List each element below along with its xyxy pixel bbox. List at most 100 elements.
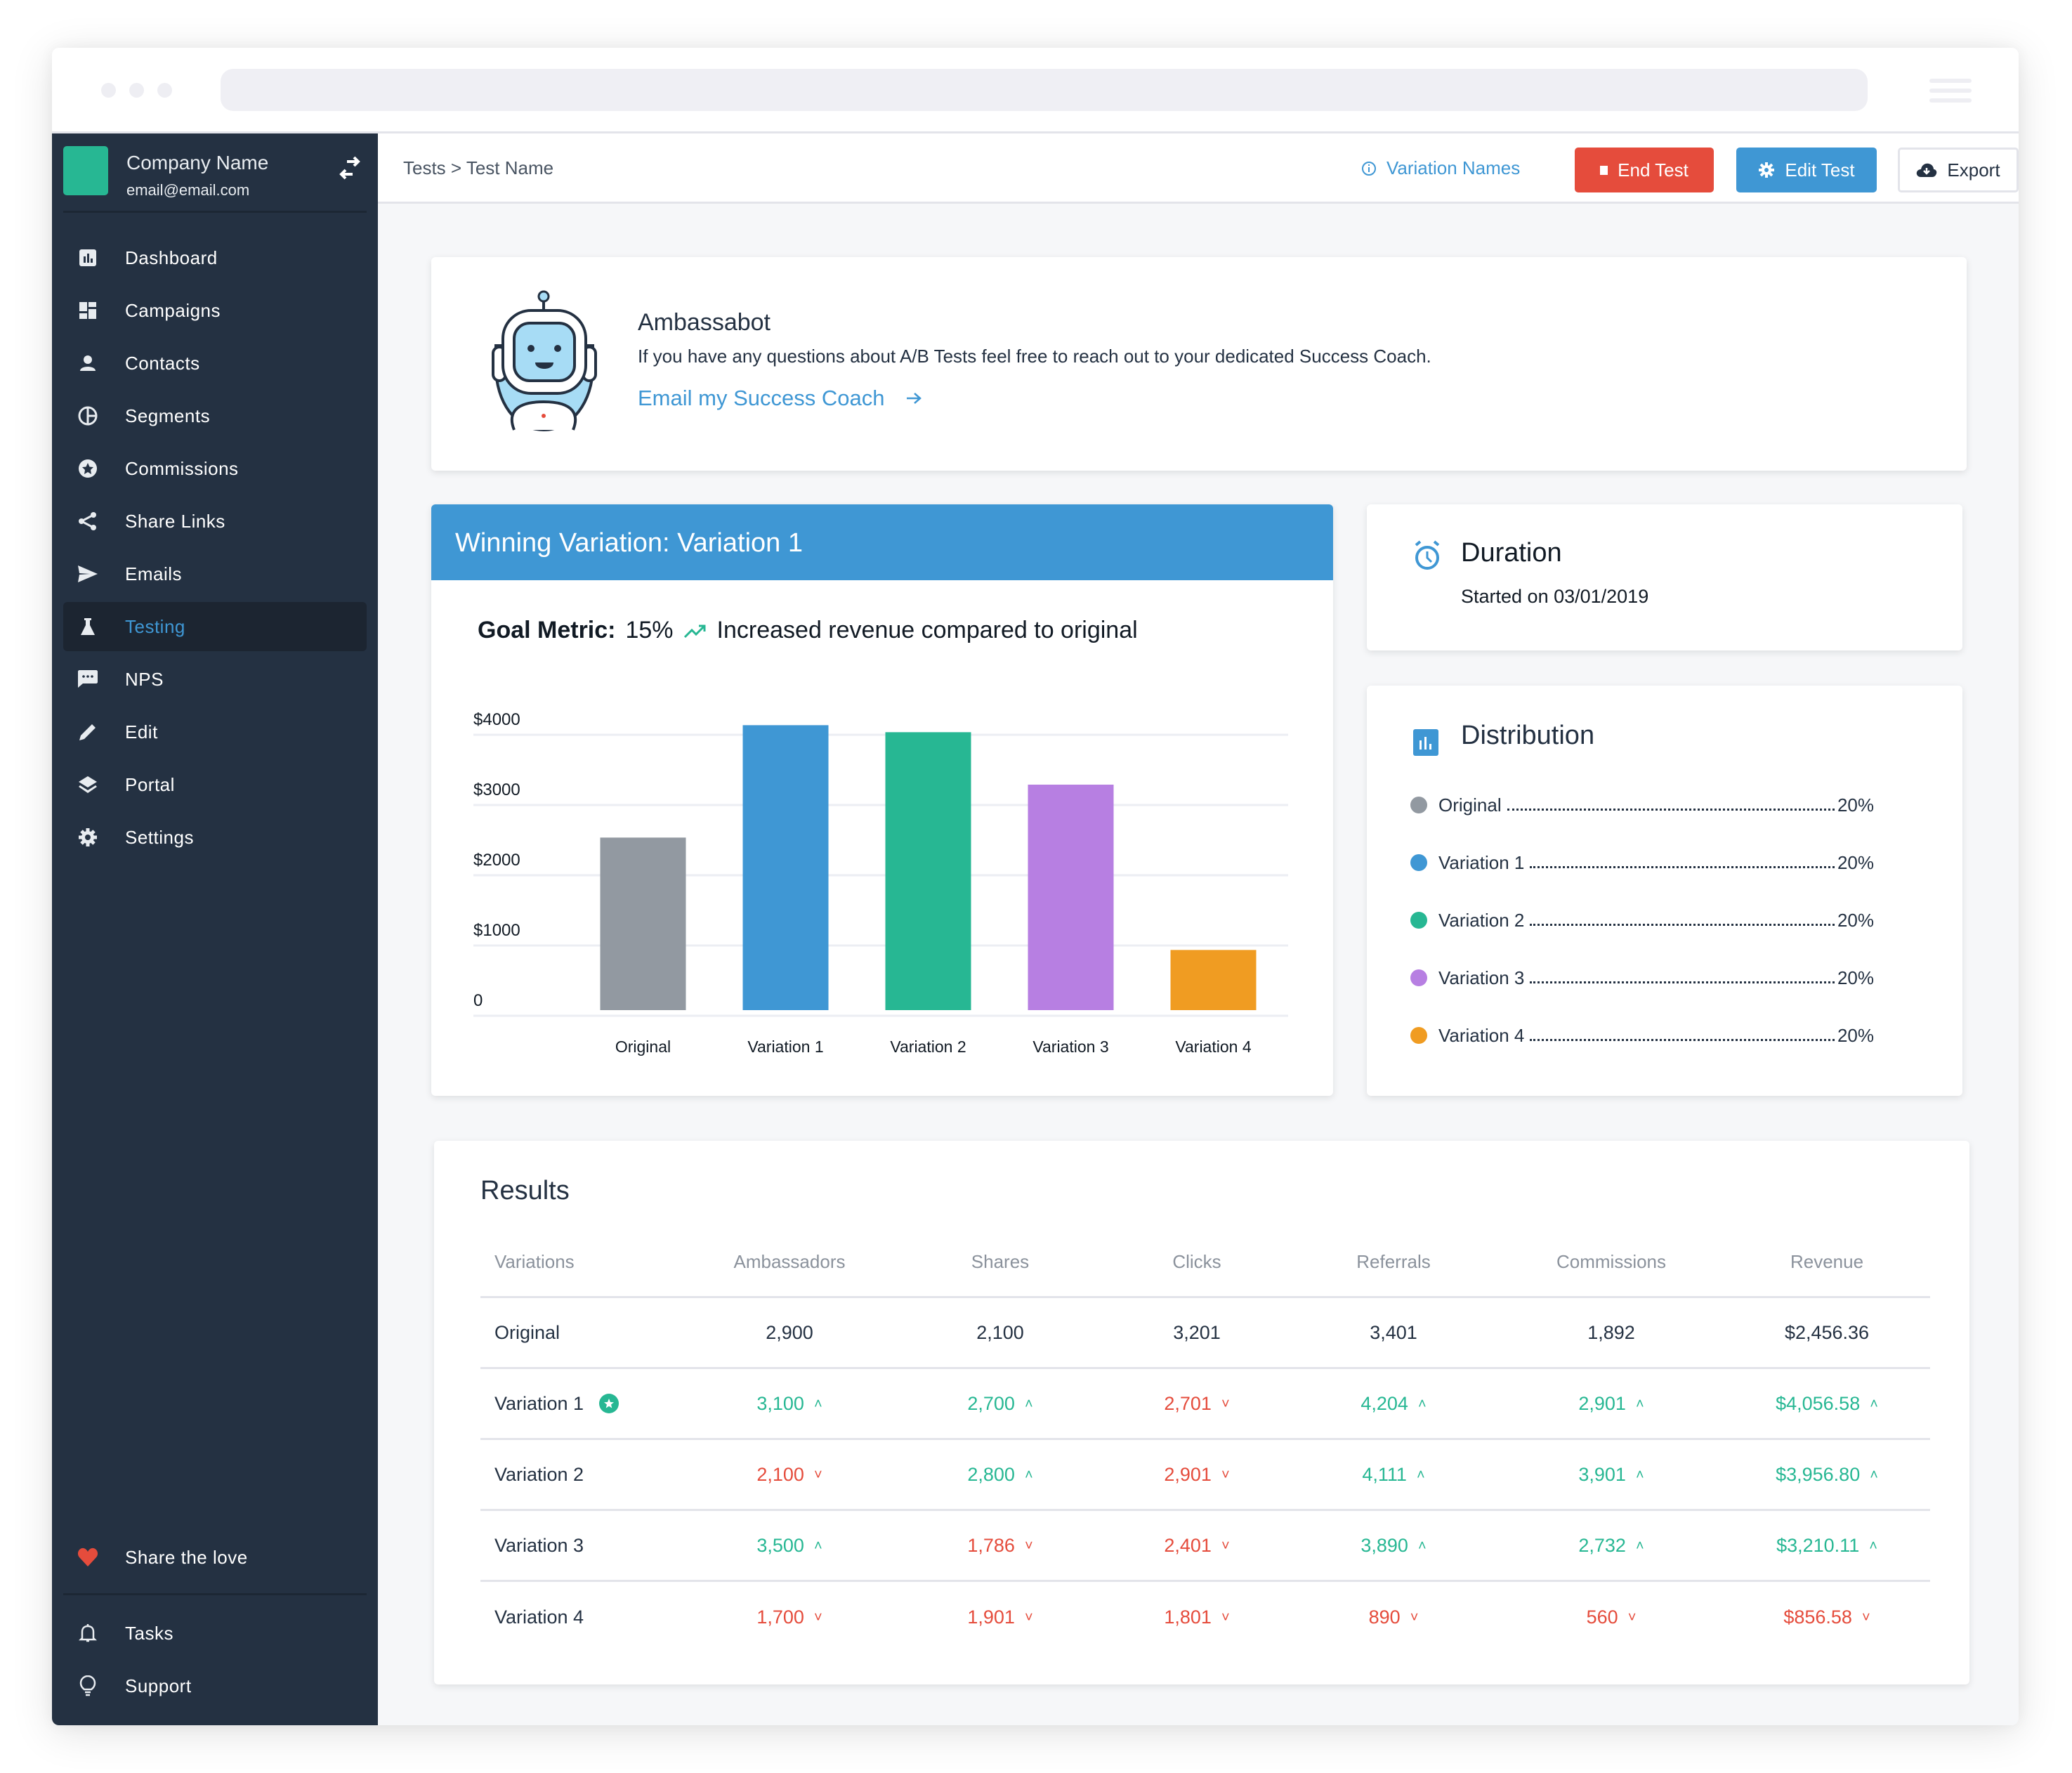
metric-cell: 1,700 ˅ bbox=[684, 1607, 895, 1628]
column-header[interactable]: Clicks bbox=[1106, 1251, 1288, 1273]
trend-up-icon: ˄ bbox=[1635, 1467, 1644, 1483]
distribution-value: 20% bbox=[1837, 967, 1874, 988]
table-row[interactable]: Original 2,900 2,100 3,201 3,401 1,892 $2,456.… bbox=[480, 1298, 1930, 1369]
dashboard-icon bbox=[77, 247, 98, 268]
chat-icon bbox=[77, 669, 98, 690]
dotted-leader bbox=[1507, 809, 1835, 811]
metric-value: 1,786 bbox=[967, 1534, 1015, 1556]
metric-cell: 1,786 ˅ bbox=[895, 1535, 1106, 1557]
sidebar-item-label: Tasks bbox=[125, 1622, 173, 1644]
sidebar-item-share-links[interactable]: Share Links bbox=[63, 497, 367, 546]
swap-icon[interactable] bbox=[337, 155, 362, 183]
metric-value: 4,204 bbox=[1360, 1392, 1408, 1414]
sidebar-item-testing[interactable]: Testing bbox=[63, 602, 367, 651]
breadcrumb[interactable]: Tests > Test Name bbox=[403, 157, 553, 179]
trend-down-icon: ˅ bbox=[813, 1467, 822, 1483]
stop-icon bbox=[1600, 165, 1608, 175]
sidebar-item-settings[interactable]: Settings bbox=[63, 813, 367, 862]
edit-test-button[interactable]: Edit Test bbox=[1736, 148, 1877, 192]
email-coach-link[interactable]: Email my Success Coach bbox=[638, 386, 922, 411]
window-dot bbox=[129, 83, 144, 98]
metric-cell: 2,900 bbox=[684, 1322, 895, 1344]
sidebar-item-commissions[interactable]: Commissions bbox=[63, 444, 367, 493]
x-tick-label: Original bbox=[615, 1038, 671, 1056]
metric-cell: $3,210.11 ˄ bbox=[1724, 1535, 1930, 1557]
metric-value: $3,956.80 bbox=[1776, 1463, 1861, 1485]
sidebar-item-portal[interactable]: Portal bbox=[63, 760, 367, 809]
url-bar[interactable] bbox=[221, 69, 1868, 111]
column-header[interactable]: Revenue bbox=[1724, 1251, 1930, 1273]
column-header[interactable]: Shares bbox=[895, 1251, 1106, 1273]
goal-value: 15% bbox=[625, 617, 674, 643]
hamburger-menu-icon[interactable] bbox=[1929, 79, 1972, 108]
bar-variation-1[interactable] bbox=[742, 725, 829, 1010]
duration-started: Started on 03/01/2019 bbox=[1461, 586, 1649, 607]
metric-cell: 2,901 ˄ bbox=[1499, 1393, 1724, 1415]
metric-cell: 3,100 ˄ bbox=[684, 1393, 895, 1415]
distribution-title: Distribution bbox=[1461, 721, 1595, 750]
trend-down-icon: ˅ bbox=[1410, 1610, 1419, 1626]
campaigns-icon bbox=[77, 300, 98, 321]
sidebar-item-contacts[interactable]: Contacts bbox=[63, 339, 367, 388]
sidebar-item-segments[interactable]: Segments bbox=[63, 391, 367, 440]
table-row[interactable]: Variation 2 2,100 ˅ 2,800 ˄ 2,901 ˅ 4,111 ˄ 3,901… bbox=[480, 1440, 1930, 1511]
export-button[interactable]: Export bbox=[1898, 148, 2019, 192]
sidebar-item-label: Portal bbox=[125, 773, 175, 795]
distribution-row: Variation 4 20% bbox=[1410, 1021, 1874, 1049]
metric-cell: 2,401 ˅ bbox=[1106, 1535, 1288, 1557]
results-table: Variations Ambassadors Shares Clicks Referra… bbox=[480, 1228, 1930, 1653]
sidebar-item-support[interactable]: Support bbox=[63, 1661, 367, 1710]
results-header-row: Variations Ambassadors Shares Clicks Referra… bbox=[480, 1228, 1930, 1298]
table-row[interactable]: Variation 3 3,500 ˄ 1,786 ˅ 2,401 ˅ 3,890 ˄ 2,732… bbox=[480, 1511, 1930, 1582]
dotted-leader bbox=[1530, 981, 1835, 983]
bot-title: Ambassabot bbox=[638, 309, 771, 336]
metric-value: 2,100 bbox=[976, 1321, 1024, 1343]
legend-dot bbox=[1410, 797, 1427, 813]
company-switcher[interactable]: Company Name email@email.com bbox=[63, 146, 367, 204]
sidebar-item-emails[interactable]: Emails bbox=[63, 549, 367, 598]
bar-variation-2[interactable] bbox=[885, 732, 971, 1010]
column-header[interactable]: Referrals bbox=[1288, 1251, 1499, 1273]
metric-value: $4,056.58 bbox=[1776, 1392, 1861, 1414]
distribution-row: Variation 1 20% bbox=[1410, 849, 1874, 877]
variation-names-link[interactable]: Variation Names bbox=[1361, 157, 1520, 179]
metric-value: 1,801 bbox=[1164, 1607, 1212, 1628]
goal-text: Increased revenue compared to original bbox=[716, 617, 1138, 643]
x-tick-label: Variation 4 bbox=[1175, 1038, 1251, 1056]
table-row[interactable]: Variation 4 1,700 ˅ 1,901 ˅ 1,801 ˅ 890 ˅ 560 ˅ $85… bbox=[480, 1582, 1930, 1653]
sidebar-item-dashboard[interactable]: Dashboard bbox=[63, 233, 367, 282]
metric-cell: 1,892 bbox=[1499, 1322, 1724, 1344]
winning-header: Winning Variation: Variation 1 bbox=[431, 504, 1333, 580]
column-header[interactable]: Variations bbox=[480, 1251, 684, 1273]
bar-original[interactable] bbox=[600, 837, 686, 1010]
end-test-button[interactable]: End Test bbox=[1575, 148, 1714, 192]
sidebar-item-nps[interactable]: NPS bbox=[63, 655, 367, 704]
variation-cell: Variation 2 bbox=[480, 1464, 684, 1486]
share-the-love[interactable]: Share the love bbox=[63, 1533, 367, 1582]
trend-up-icon: ˄ bbox=[1870, 1467, 1878, 1483]
metric-value: 2,900 bbox=[766, 1321, 813, 1343]
sidebar-item-label: Commissions bbox=[125, 457, 239, 479]
metric-value: 2,100 bbox=[756, 1463, 804, 1485]
duration-title: Duration bbox=[1461, 538, 1562, 568]
metric-value: $856.58 bbox=[1783, 1607, 1852, 1628]
sidebar-item-edit[interactable]: Edit bbox=[63, 707, 367, 757]
gear-icon bbox=[1759, 162, 1775, 178]
sidebar-item-logout[interactable]: Logout bbox=[63, 1714, 367, 1725]
sidebar-item-label: Settings bbox=[125, 826, 194, 848]
column-header[interactable]: Commissions bbox=[1499, 1251, 1724, 1273]
share-the-love-label: Share the love bbox=[125, 1546, 248, 1568]
bar-variation-3[interactable] bbox=[1028, 784, 1114, 1010]
sidebar-item-campaigns[interactable]: Campaigns bbox=[63, 286, 367, 335]
bar-variation-4[interactable] bbox=[1170, 950, 1257, 1010]
table-row[interactable]: Variation 1 3,100 ˄ 2,700 ˄ 2,701 ˅ 4,204 ˄ 2,901… bbox=[480, 1369, 1930, 1440]
commissions-icon bbox=[77, 458, 98, 479]
distribution-row: Variation 2 20% bbox=[1410, 906, 1874, 934]
sidebar-item-tasks[interactable]: Tasks bbox=[63, 1609, 367, 1658]
metric-cell: 2,100 ˅ bbox=[684, 1464, 895, 1486]
column-header[interactable]: Ambassadors bbox=[684, 1251, 895, 1273]
distribution-label: Variation 2 bbox=[1438, 909, 1525, 931]
sidebar: Company Name email@email.com Dashboard Ca… bbox=[52, 133, 378, 1725]
metric-value: $3,210.11 bbox=[1776, 1534, 1860, 1556]
bell-icon bbox=[77, 1623, 98, 1644]
